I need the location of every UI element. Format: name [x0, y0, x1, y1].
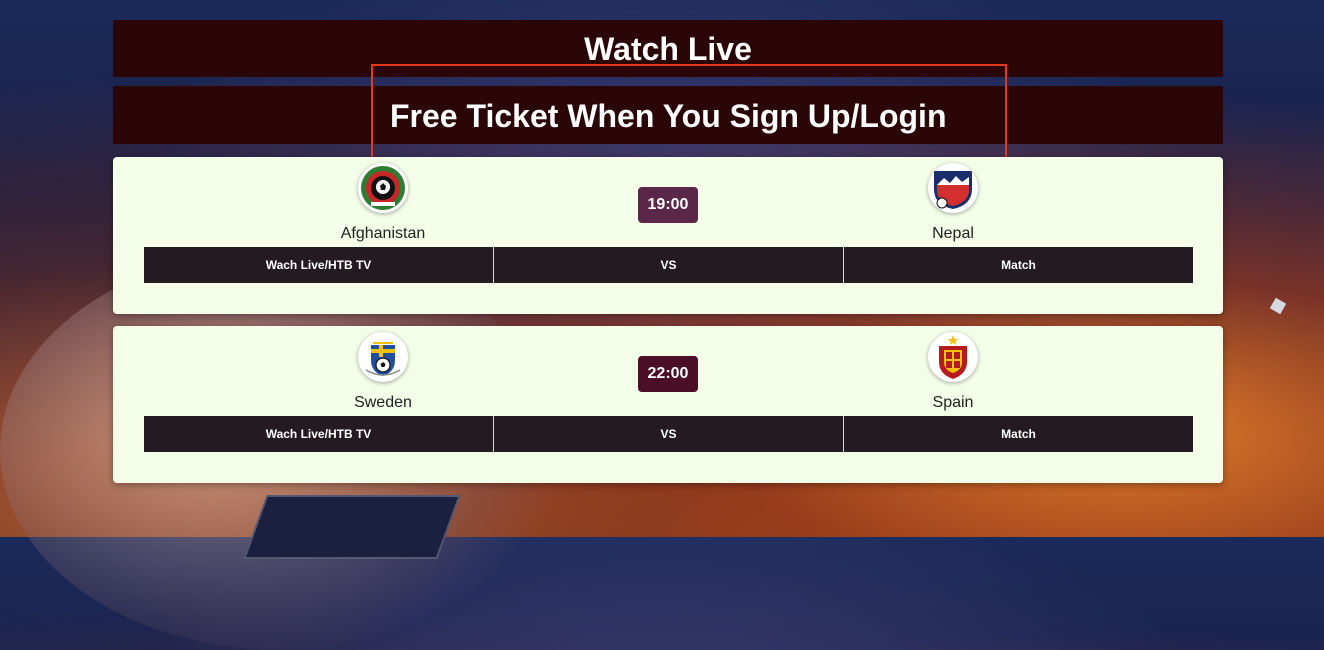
- match-info-bar: Wach Live/HTB TV VS Match: [144, 247, 1193, 283]
- sweden-team-logo: [358, 332, 408, 382]
- background-ball-patch: [243, 495, 461, 559]
- home-team-name: Afghanistan: [340, 225, 426, 242]
- afghanistan-team-logo: [358, 163, 408, 213]
- away-team-name: Spain: [932, 394, 974, 411]
- home-team[interactable]: Sweden: [233, 332, 533, 412]
- match-button[interactable]: Match: [844, 416, 1193, 452]
- watch-live-button[interactable]: Wach Live/HTB TV: [144, 416, 494, 452]
- vs-label: VS: [494, 247, 844, 283]
- page-title: Watch Live: [113, 20, 1223, 77]
- match-card: Afghanistan 19:00 Nepal Wach Live/HTB TV…: [113, 157, 1223, 314]
- vs-label: VS: [494, 416, 844, 452]
- match-button[interactable]: Match: [844, 247, 1193, 283]
- watch-live-button[interactable]: Wach Live/HTB TV: [144, 247, 494, 283]
- match-time-badge: 19:00: [638, 187, 698, 223]
- nepal-team-logo: [928, 163, 978, 213]
- match-info-bar: Wach Live/HTB TV VS Match: [144, 416, 1193, 452]
- away-team[interactable]: Nepal: [803, 163, 1103, 243]
- match-time-badge: 22:00: [638, 356, 698, 392]
- away-team[interactable]: Spain: [803, 332, 1103, 412]
- home-team[interactable]: Afghanistan: [233, 163, 533, 243]
- home-team-name: Sweden: [354, 394, 412, 411]
- match-card: Sweden 22:00 Spain Wach Live/HTB TV VS M…: [113, 326, 1223, 483]
- background-spark: [1269, 297, 1287, 315]
- spain-team-logo: [928, 332, 978, 382]
- promo-banner[interactable]: Free Ticket When You Sign Up/Login: [113, 86, 1223, 144]
- away-team-name: Nepal: [932, 225, 974, 242]
